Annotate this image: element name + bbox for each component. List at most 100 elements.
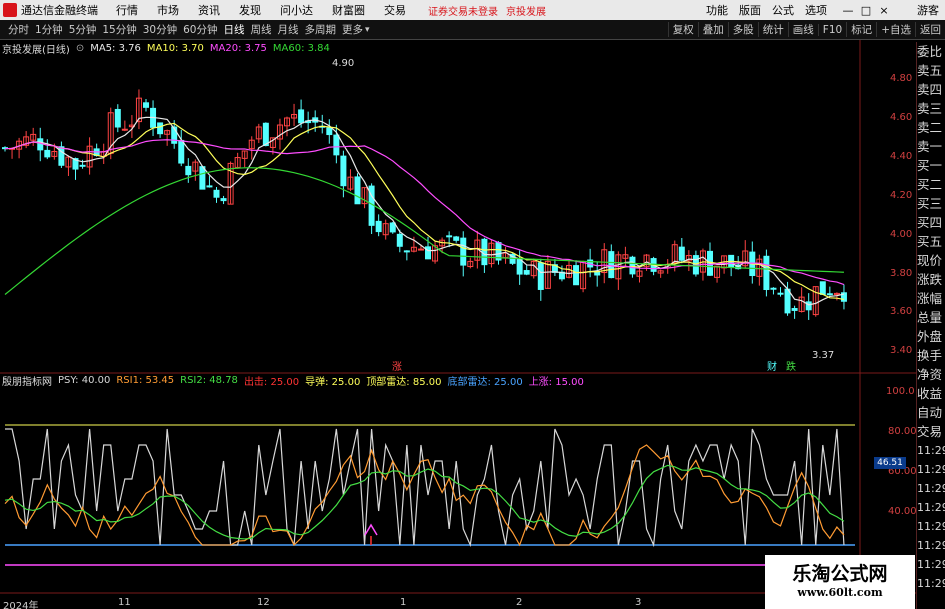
tick-time: 11:29 [917, 482, 945, 495]
guest-user[interactable]: 游客 [917, 2, 939, 18]
menu-news[interactable]: 资讯 [198, 2, 220, 18]
quote-row: 卖一 [917, 139, 943, 154]
period-more[interactable]: 更多 [342, 22, 363, 37]
draw-line-button[interactable]: 画线 [787, 22, 818, 37]
auto-trade-link[interactable]: 自动 [917, 403, 945, 422]
period-multi[interactable]: 多周期 [305, 22, 337, 37]
ind-tick: 80.00 [888, 426, 917, 437]
quote-row: 总量 [917, 310, 943, 325]
chevron-down-icon[interactable]: ▾ [365, 25, 370, 35]
quote-row: 买四 [917, 215, 943, 230]
candle-body [629, 256, 636, 275]
period-1min[interactable]: 1分钟 [35, 22, 63, 37]
period-weekly[interactable]: 周线 [251, 22, 272, 37]
watermark-url: www.60lt.com [797, 586, 883, 599]
price-tick: 4.40 [890, 151, 913, 162]
ma10-line [4, 122, 845, 301]
add-watchlist-button[interactable]: +自选 [876, 22, 915, 37]
candle-body [199, 166, 206, 190]
mark-button[interactable]: 标记 [846, 22, 876, 37]
tick-time: 11:29 [917, 463, 945, 476]
up-label: 上涨: 15.00 [528, 376, 584, 388]
period-daily[interactable]: 日线 [224, 22, 245, 37]
menu-quotes[interactable]: 行情 [116, 2, 138, 18]
quote-row: 卖五 [917, 63, 943, 78]
settings-icon[interactable]: ⊙ [76, 43, 84, 54]
candle-body [805, 301, 812, 311]
die-marker: 跌 [786, 362, 796, 373]
candle-body [389, 222, 396, 233]
statistics-button[interactable]: 统计 [757, 22, 788, 37]
quote-row: 涨跌 [917, 272, 943, 287]
f10-button[interactable]: F10 [817, 23, 846, 36]
ma60-label: MA60: 3.84 [272, 42, 330, 54]
zhang-marker: 涨 [392, 362, 402, 373]
trade-login-notice[interactable]: 证券交易未登录 [428, 3, 498, 18]
tick-time: 11:29 [917, 520, 945, 533]
candle-body [453, 236, 460, 241]
auto-trade-link[interactable]: 交易 [917, 422, 945, 441]
date-tick: 2024年 [3, 601, 39, 609]
candle-body [262, 122, 269, 147]
ind-tick: 40.00 [888, 506, 917, 517]
daodan-label: 导弹: 25.00 [305, 376, 361, 388]
restore-rights-button[interactable]: 复权 [667, 22, 698, 37]
period-monthly[interactable]: 月线 [278, 22, 299, 37]
menu-options[interactable]: 选项 [805, 2, 827, 18]
chuji-label: 出击: 25.00 [243, 376, 300, 388]
candle-body [44, 149, 51, 158]
rsi1-line [4, 444, 845, 547]
top-radar-label: 顶部雷达: 85.00 [366, 376, 442, 388]
quote-row: 委比 [917, 44, 943, 59]
period-30min[interactable]: 30分钟 [143, 22, 177, 37]
menu-wealth[interactable]: 财富圈 [332, 2, 365, 18]
candle-body [481, 238, 488, 266]
candle-body [678, 246, 685, 261]
period-intraday[interactable]: 分时 [8, 22, 29, 37]
rsi1-label: RSI1: 53.45 [116, 374, 175, 386]
quote-row: 净资 [917, 367, 943, 382]
candle-body [763, 255, 770, 291]
period-5min[interactable]: 5分钟 [69, 22, 97, 37]
period-15min[interactable]: 15分钟 [102, 22, 136, 37]
close-icon[interactable]: × [877, 4, 891, 17]
ma10-label: MA10: 3.70 [146, 42, 204, 54]
minimize-icon[interactable]: — [841, 4, 855, 17]
back-button[interactable]: 返回 [915, 22, 945, 37]
menu-function[interactable]: 功能 [706, 2, 728, 18]
indicator-legend: 殷朋指标网 PSY: 40.00 RSI1: 53.45 RSI2: 48.78… [2, 373, 590, 388]
maximize-icon[interactable]: □ [859, 4, 873, 17]
menu-discover[interactable]: 发现 [239, 2, 261, 18]
period-60min[interactable]: 60分钟 [183, 22, 217, 37]
candle-body [143, 102, 149, 108]
tick-time: 11:29 [917, 444, 945, 457]
candle-body [417, 248, 424, 251]
ma20-label: MA20: 3.75 [209, 42, 267, 54]
candle-body [819, 281, 826, 295]
quote-row: 买五 [917, 234, 943, 249]
menu-market[interactable]: 市场 [157, 2, 179, 18]
menu-ask[interactable]: 问小达 [280, 2, 313, 18]
candle-body [573, 265, 580, 286]
tick-time: 11:29 [917, 577, 945, 590]
multi-stock-button[interactable]: 多股 [727, 22, 758, 37]
menu-formula[interactable]: 公式 [772, 2, 794, 18]
menu-layout[interactable]: 版面 [739, 2, 761, 18]
tick-time: 11:29 [917, 501, 945, 514]
candle-body [791, 308, 798, 311]
stock-link[interactable]: 京投发展 [506, 3, 546, 18]
candle-body [178, 139, 185, 164]
date-tick: 2 [516, 597, 523, 608]
kline-chart[interactable] [0, 40, 916, 609]
candle-body [220, 198, 227, 202]
overlay-button[interactable]: 叠加 [697, 22, 728, 37]
rsi2-label: RSI2: 48.78 [180, 374, 238, 386]
psy-line [5, 428, 845, 548]
candle-body [777, 292, 784, 295]
candle-body [206, 185, 213, 188]
price-tick: 3.60 [890, 306, 913, 317]
menu-trade[interactable]: 交易 [384, 2, 406, 18]
rsi2-line [4, 464, 845, 540]
candle-body [354, 176, 361, 205]
watermark-title: 乐淘公式网 [792, 563, 888, 585]
